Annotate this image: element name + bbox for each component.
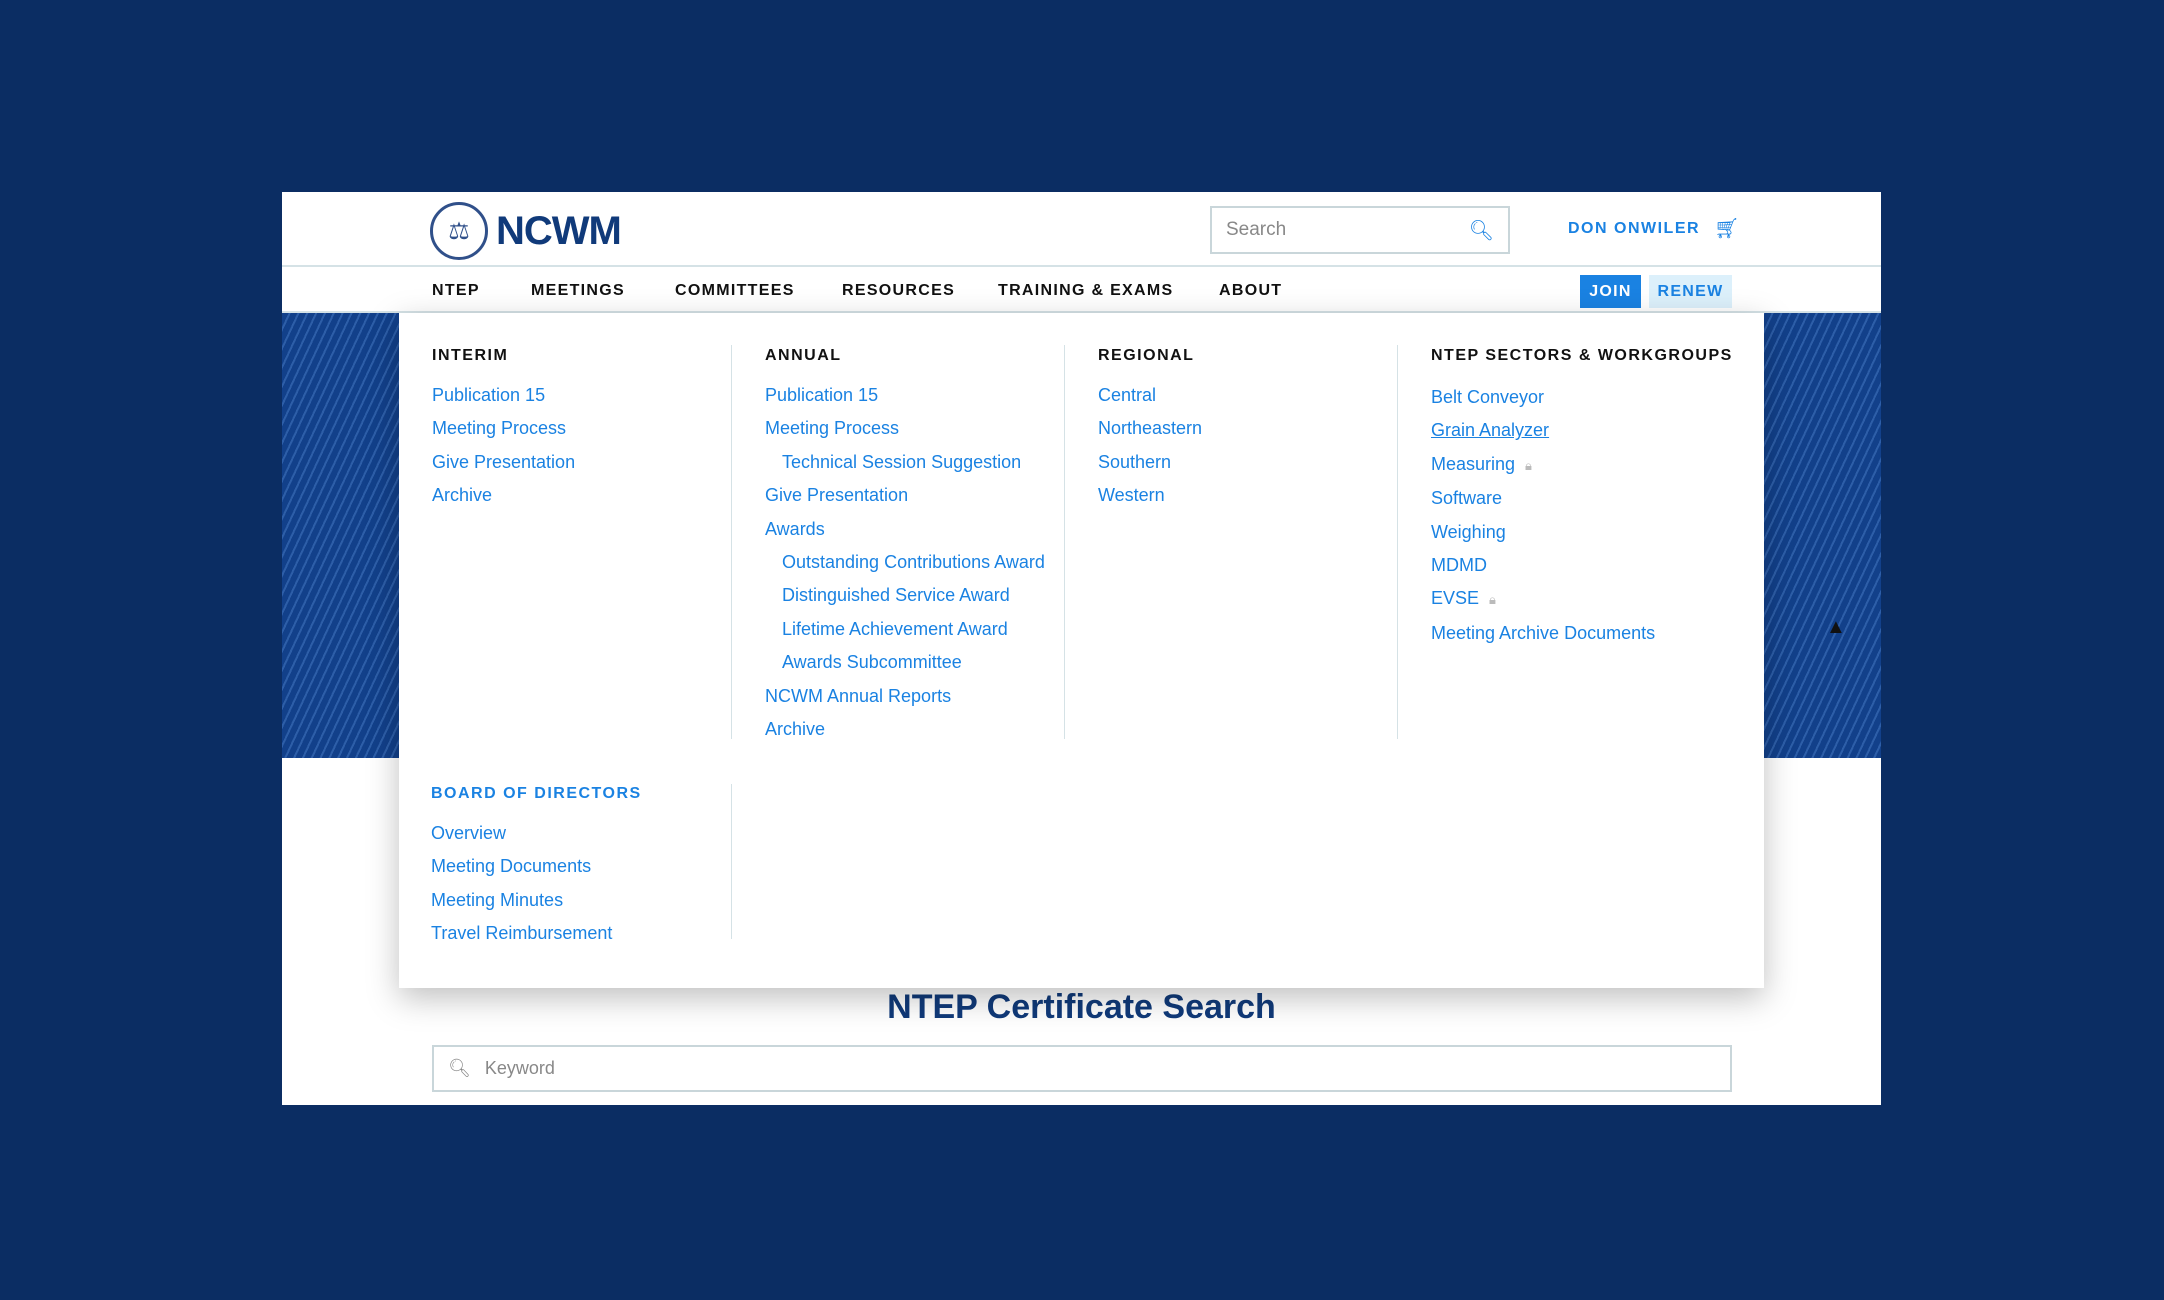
- heading-regional: REGIONAL: [1098, 347, 1195, 364]
- heading-board[interactable]: BOARD OF DIRECTORS: [431, 785, 642, 803]
- seal-icon: ⚖: [430, 202, 488, 260]
- nav-committees[interactable]: COMMITTEES: [675, 282, 795, 300]
- link-label: EVSE: [1431, 588, 1480, 609]
- link[interactable]: Meeting Documents: [431, 850, 642, 883]
- link[interactable]: Belt Conveyor: [1431, 381, 1733, 414]
- nav-resources[interactable]: RESOURCES: [842, 282, 955, 300]
- link[interactable]: Southern: [1098, 446, 1202, 479]
- heading-sectors: NTEP SECTORS & WORKGROUPS: [1431, 347, 1733, 364]
- heading-annual: ANNUAL: [765, 347, 842, 364]
- link[interactable]: Archive: [432, 479, 575, 512]
- link[interactable]: Central: [1098, 379, 1202, 412]
- link[interactable]: Grain Analyzer: [1431, 414, 1733, 447]
- logo-text: NCWM: [496, 208, 622, 253]
- main-nav: NTEP MEETINGS COMMITTEES RESOURCES TRAIN…: [282, 269, 1881, 313]
- link[interactable]: Overview: [431, 817, 642, 850]
- search-icon[interactable]: 🔍︎: [1469, 218, 1494, 243]
- link[interactable]: Meeting Archive Documents: [1431, 617, 1733, 650]
- keyword-placeholder: Keyword: [484, 1058, 555, 1078]
- lock-icon: 🔒︎: [1489, 592, 1496, 608]
- link[interactable]: Give Presentation: [432, 446, 575, 479]
- search-icon: 🔍︎: [448, 1058, 471, 1078]
- mouse-cursor-icon: ▲: [1826, 616, 1846, 638]
- cart-icon[interactable]: 🛒︎: [1714, 216, 1739, 241]
- link[interactable]: Awards: [765, 513, 1045, 546]
- keyword-input[interactable]: 🔍︎ Keyword: [432, 1045, 1732, 1092]
- divider: [731, 784, 732, 939]
- link[interactable]: Software: [1431, 482, 1733, 515]
- link[interactable]: Meeting Minutes: [431, 884, 642, 917]
- menu-col-sectors: NTEP SECTORS & WORKGROUPS Belt Conveyor …: [1431, 347, 1733, 650]
- header: ⚖ NCWM Search 🔍︎ DON ONWILER 🛒︎: [282, 192, 1881, 267]
- link[interactable]: Awards Subcommittee: [765, 646, 1045, 679]
- link[interactable]: Publication 15: [432, 379, 575, 412]
- page: ⚖ NCWM Search 🔍︎ DON ONWILER 🛒︎ NTEP MEE…: [282, 192, 1881, 1105]
- link[interactable]: Meeting Process: [432, 412, 575, 445]
- menu-col-interim: INTERIM Publication 15 Meeting Process G…: [432, 347, 575, 513]
- menu-col-board: BOARD OF DIRECTORS Overview Meeting Docu…: [431, 785, 642, 951]
- meetings-dropdown: INTERIM Publication 15 Meeting Process G…: [399, 313, 1764, 988]
- link-measuring[interactable]: Measuring 🔒︎: [1431, 448, 1733, 482]
- nav-meetings[interactable]: MEETINGS: [531, 282, 625, 300]
- logo[interactable]: ⚖ NCWM: [430, 202, 622, 260]
- link[interactable]: Distinguished Service Award: [765, 579, 1045, 612]
- page-title: NTEP Certificate Search: [887, 988, 1276, 1026]
- divider: [731, 345, 732, 739]
- link[interactable]: Outstanding Contributions Award: [765, 546, 1045, 579]
- search-placeholder: Search: [1226, 219, 1287, 240]
- search-input[interactable]: Search 🔍︎: [1210, 206, 1510, 254]
- divider: [1397, 345, 1398, 739]
- link[interactable]: NCWM Annual Reports: [765, 680, 1045, 713]
- nav-about[interactable]: ABOUT: [1219, 282, 1282, 300]
- heading-interim: INTERIM: [432, 347, 509, 364]
- link[interactable]: Meeting Process: [765, 412, 1045, 445]
- link[interactable]: Travel Reimbursement: [431, 917, 642, 950]
- link-evse[interactable]: EVSE 🔒︎: [1431, 582, 1733, 616]
- link[interactable]: MDMD: [1431, 549, 1733, 582]
- lock-icon: 🔒︎: [1525, 457, 1532, 473]
- menu-col-regional: REGIONAL Central Northeastern Southern W…: [1098, 347, 1202, 513]
- link[interactable]: Archive: [765, 713, 1045, 746]
- join-button[interactable]: JOIN: [1580, 275, 1641, 308]
- renew-button[interactable]: RENEW: [1649, 275, 1732, 308]
- link[interactable]: Technical Session Suggestion: [765, 446, 1045, 479]
- user-menu[interactable]: DON ONWILER: [1568, 220, 1700, 238]
- link-label: Measuring: [1431, 453, 1516, 474]
- menu-col-annual: ANNUAL Publication 15 Meeting Process Te…: [765, 347, 1045, 746]
- nav-training-exams[interactable]: TRAINING & EXAMS: [998, 282, 1173, 300]
- link[interactable]: Publication 15: [765, 379, 1045, 412]
- nav-ntep[interactable]: NTEP: [432, 282, 480, 300]
- link[interactable]: Lifetime Achievement Award: [765, 613, 1045, 646]
- link[interactable]: Give Presentation: [765, 479, 1045, 512]
- divider: [1064, 345, 1065, 739]
- link[interactable]: Western: [1098, 479, 1202, 512]
- link[interactable]: Northeastern: [1098, 412, 1202, 445]
- link[interactable]: Weighing: [1431, 516, 1733, 549]
